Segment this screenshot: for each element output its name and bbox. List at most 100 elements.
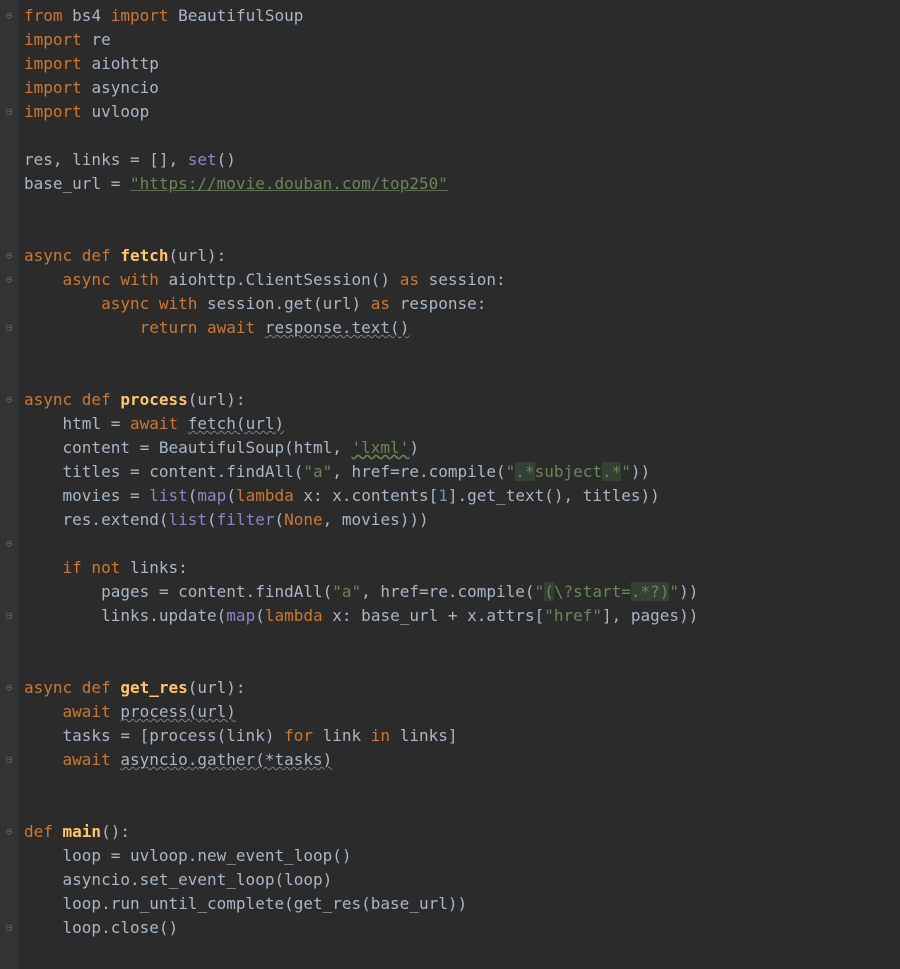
code-line[interactable]: titles = content.findAll("a", href=re.co… <box>24 460 698 484</box>
code-line[interactable]: async def process(url): <box>24 388 698 412</box>
code-line[interactable]: import asyncio <box>24 76 698 100</box>
code-line[interactable]: import re <box>24 28 698 52</box>
code-line[interactable]: async def get_res(url): <box>24 676 698 700</box>
code-line[interactable]: res, links = [], set() <box>24 148 698 172</box>
gutter-fold-icon <box>0 556 18 580</box>
code-line[interactable]: async def fetch(url): <box>24 244 698 268</box>
gutter-fold-icon <box>0 772 18 796</box>
code-line[interactable] <box>24 772 698 796</box>
code-token: base_url = <box>24 174 130 193</box>
code-line[interactable]: loop = uvloop.new_event_loop() <box>24 844 698 868</box>
code-token <box>24 702 63 721</box>
code-line[interactable]: pages = content.findAll("a", href=re.com… <box>24 580 698 604</box>
gutter-fold-icon[interactable]: ⊖ <box>0 532 18 556</box>
code-line[interactable]: return await response.text() <box>24 316 698 340</box>
code-line[interactable] <box>24 340 698 364</box>
code-line[interactable]: import aiohttp <box>24 52 698 76</box>
code-line[interactable] <box>24 196 698 220</box>
gutter-fold-icon <box>0 292 18 316</box>
code-token: , movies))) <box>323 510 429 529</box>
code-token: \?start= <box>554 582 631 601</box>
gutter-fold-icon[interactable]: ⊖ <box>0 268 18 292</box>
code-token: (url): <box>188 390 246 409</box>
code-editor[interactable]: from bs4 import BeautifulSoupimport reim… <box>18 0 698 969</box>
code-token: x: x.contents[ <box>303 486 438 505</box>
code-line[interactable]: def main(): <box>24 820 698 844</box>
code-token: ) <box>409 438 419 457</box>
code-line[interactable]: links.update(map(lambda x: base_url + x.… <box>24 604 698 628</box>
code-token: list <box>149 486 188 505</box>
code-line[interactable]: await asyncio.gather(*tasks) <box>24 748 698 772</box>
code-line[interactable]: async with aiohttp.ClientSession() as se… <box>24 268 698 292</box>
gutter-fold-icon <box>0 628 18 652</box>
code-line[interactable]: html = await fetch(url) <box>24 412 698 436</box>
gutter-fold-icon[interactable]: ⊖ <box>0 388 18 412</box>
gutter-fold-icon[interactable]: ⊟ <box>0 316 18 340</box>
code-token: (): <box>101 822 130 841</box>
code-token: lambda <box>265 606 332 625</box>
code-line[interactable]: content = BeautifulSoup(html, 'lxml') <box>24 436 698 460</box>
gutter-fold-icon <box>0 652 18 676</box>
code-line[interactable] <box>24 652 698 676</box>
gutter-fold-icon <box>0 196 18 220</box>
gutter-fold-icon[interactable]: ⊟ <box>0 604 18 628</box>
gutter-fold-icon[interactable]: ⊖ <box>0 676 18 700</box>
code-token: async def <box>24 678 120 697</box>
code-token: import <box>24 78 91 97</box>
code-line[interactable]: from bs4 import BeautifulSoup <box>24 4 698 28</box>
code-token: as <box>371 294 400 313</box>
gutter-fold-icon <box>0 340 18 364</box>
code-token: " <box>535 582 545 601</box>
code-token: "a" <box>303 462 332 481</box>
code-token: asyncio <box>91 78 158 97</box>
code-line[interactable]: asyncio.set_event_loop(loop) <box>24 868 698 892</box>
code-line[interactable]: res.extend(list(filter(None, movies))) <box>24 508 698 532</box>
code-token: process <box>120 390 187 409</box>
code-line[interactable] <box>24 124 698 148</box>
code-token <box>24 294 101 313</box>
code-token: link <box>323 726 371 745</box>
code-token: ( <box>226 486 236 505</box>
gutter-fold-icon <box>0 412 18 436</box>
code-token: res.extend( <box>24 510 169 529</box>
gutter-fold-icon[interactable]: ⊟ <box>0 916 18 940</box>
code-line[interactable]: if not links: <box>24 556 698 580</box>
gutter-fold-icon <box>0 868 18 892</box>
code-line[interactable]: await process(url) <box>24 700 698 724</box>
gutter-fold-icon[interactable]: ⊟ <box>0 100 18 124</box>
code-line[interactable]: movies = list(map(lambda x: x.contents[1… <box>24 484 698 508</box>
gutter-fold-icon[interactable]: ⊟ <box>0 748 18 772</box>
code-line[interactable]: tasks = [process(link) for link in links… <box>24 724 698 748</box>
code-line[interactable]: async with session.get(url) as response: <box>24 292 698 316</box>
code-token: .*?) <box>631 582 670 601</box>
code-token: .* <box>602 462 621 481</box>
gutter-fold-icon <box>0 436 18 460</box>
code-token: href <box>380 582 419 601</box>
code-token: import <box>24 102 91 121</box>
code-line[interactable] <box>24 532 698 556</box>
code-line[interactable] <box>24 628 698 652</box>
code-token: asyncio.gather(*tasks) <box>120 750 332 769</box>
code-line[interactable]: base_url = "https://movie.douban.com/top… <box>24 172 698 196</box>
gutter-fold-icon <box>0 700 18 724</box>
code-token: " <box>506 462 516 481</box>
code-line[interactable]: loop.close() <box>24 916 698 940</box>
code-line[interactable] <box>24 796 698 820</box>
gutter-fold-icon <box>0 364 18 388</box>
code-line[interactable]: import uvloop <box>24 100 698 124</box>
gutter-fold-icon <box>0 460 18 484</box>
gutter-fold-icon[interactable]: ⊖ <box>0 4 18 28</box>
code-token: as <box>400 270 429 289</box>
code-line[interactable] <box>24 220 698 244</box>
gutter-fold-icon[interactable]: ⊖ <box>0 244 18 268</box>
code-token: subject <box>535 462 602 481</box>
code-line[interactable]: loop.run_until_complete(get_res(base_url… <box>24 892 698 916</box>
code-token: x: base_url + x.attrs[ <box>332 606 544 625</box>
code-token: import <box>24 30 91 49</box>
code-token: 'lxml' <box>352 438 410 457</box>
code-token: BeautifulSoup <box>178 6 303 25</box>
code-line[interactable] <box>24 364 698 388</box>
code-token: "href" <box>544 606 602 625</box>
code-token: map <box>197 486 226 505</box>
gutter-fold-icon[interactable]: ⊖ <box>0 820 18 844</box>
